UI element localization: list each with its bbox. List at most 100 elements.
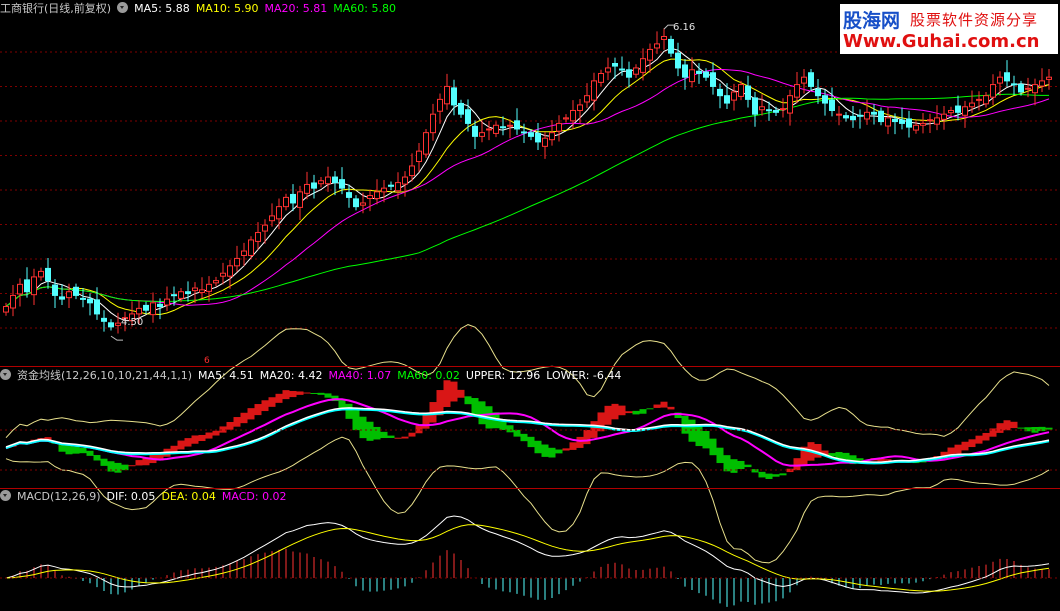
candle-body	[374, 191, 380, 200]
fund-ma40-readout: MA40: 1.07	[328, 369, 392, 382]
fund-up-block	[422, 414, 430, 429]
fund-down-block	[373, 426, 381, 440]
candle-body	[66, 291, 72, 299]
panel-dividers	[0, 366, 1060, 579]
dif-line	[5, 515, 1050, 594]
macd-readout: MACD: 0.02	[221, 490, 287, 503]
candle-body	[766, 109, 772, 112]
candle-body	[724, 95, 730, 104]
candle-body	[10, 294, 16, 309]
candlesticks	[3, 28, 1052, 334]
candle-body	[836, 113, 842, 116]
candle-body	[458, 102, 464, 115]
fund-down-block	[359, 416, 367, 439]
stock-title: 工商银行(日线,前复权)	[0, 2, 112, 15]
fund-up-block	[954, 444, 962, 454]
fund-up-block	[135, 460, 143, 466]
fund-down-block	[1024, 427, 1032, 432]
fund-title: 资金均线(12,26,10,10,21,44,1,1)	[17, 369, 193, 382]
candle-body	[556, 122, 562, 132]
fund-down-block	[639, 409, 647, 414]
candle-body	[969, 102, 975, 108]
macd-panel	[5, 515, 1050, 607]
candle-body	[472, 125, 478, 137]
candle-body	[248, 239, 254, 256]
fund-down-block	[387, 435, 395, 438]
fund-down-block	[695, 424, 703, 447]
candle-body	[17, 283, 23, 295]
candle-body	[514, 120, 520, 130]
candle-body	[213, 280, 219, 284]
candle-body	[689, 69, 695, 83]
fund-down-block	[555, 449, 563, 454]
chevron-down-icon[interactable]	[0, 490, 11, 501]
fund-up-block	[212, 430, 220, 436]
dea-readout: DEA: 0.04	[161, 490, 216, 503]
candle-body	[605, 67, 611, 73]
fund-up-block	[226, 421, 234, 430]
fund-down-block	[688, 419, 696, 442]
fund-up-block	[961, 441, 969, 451]
candle-body	[269, 215, 275, 222]
fund-up-block	[296, 391, 304, 395]
fund-up-block	[1003, 420, 1011, 431]
candle-body	[157, 303, 163, 308]
candle-body	[885, 117, 891, 127]
candle-body	[962, 106, 968, 116]
x-cursor-marker: 6	[204, 356, 210, 366]
chevron-down-icon[interactable]	[117, 2, 129, 13]
candle-body	[549, 132, 555, 141]
candle-body	[731, 91, 737, 101]
candle-body	[794, 84, 800, 98]
fund-down-block	[534, 440, 542, 454]
fund-up-block	[618, 405, 626, 416]
watermark-logo: 股海网 股票软件资源分享 Www.Guhai.com.cn	[840, 4, 1058, 54]
fund-up-block	[261, 400, 269, 412]
fund-down-block	[366, 421, 374, 441]
candle-body	[3, 306, 9, 313]
fund-down-block	[758, 471, 766, 478]
candle-body	[591, 80, 597, 101]
candle-body	[703, 71, 709, 78]
candle-body	[682, 64, 688, 78]
dea-line	[5, 524, 1050, 592]
ma20-readout: MA20: 5.81	[264, 2, 328, 15]
candle-body	[38, 270, 44, 278]
fund-up-block	[562, 448, 570, 451]
ma60-line	[5, 93, 1049, 307]
candle-body	[934, 117, 940, 125]
candle-body	[395, 182, 401, 192]
chevron-down-icon[interactable]	[0, 369, 11, 380]
fund-up-block	[667, 406, 675, 410]
ma60-readout: MA60: 5.80	[333, 2, 396, 15]
candle-body	[416, 150, 422, 163]
fund-ma60-readout: MA60: 0.02	[397, 369, 460, 382]
fund-down-block	[79, 447, 87, 454]
fund-up-block	[457, 389, 465, 398]
fund-down-block	[1045, 427, 1053, 430]
candle-body	[339, 179, 345, 189]
fund-down-block	[527, 436, 535, 448]
candle-body	[52, 284, 58, 296]
candle-body	[752, 97, 758, 115]
candle-body	[465, 109, 471, 124]
fund-up-block	[254, 404, 262, 416]
candle-body	[199, 289, 205, 293]
candle-body	[143, 304, 149, 311]
fund-up-block	[996, 423, 1004, 433]
candle-body	[283, 196, 289, 208]
ma10-readout: MA10: 5.90	[195, 2, 259, 15]
candle-body	[864, 111, 870, 120]
fund-up-block	[247, 408, 255, 420]
chart-canvas[interactable]: 6.16 4.50 6	[0, 0, 1060, 611]
fund-up-block	[289, 390, 297, 398]
macd-header: MACD(12,26,9) DIF: 0.05 DEA: 0.04 MACD: 0.0…	[0, 488, 293, 506]
fund-ma-panel	[5, 324, 1053, 564]
candle-body	[815, 88, 821, 97]
candle-body	[780, 108, 786, 111]
candle-body	[1025, 87, 1031, 90]
candle-body	[241, 250, 247, 256]
candle-body	[290, 193, 296, 204]
candle-body	[402, 176, 408, 185]
fund-down-block	[317, 392, 325, 395]
